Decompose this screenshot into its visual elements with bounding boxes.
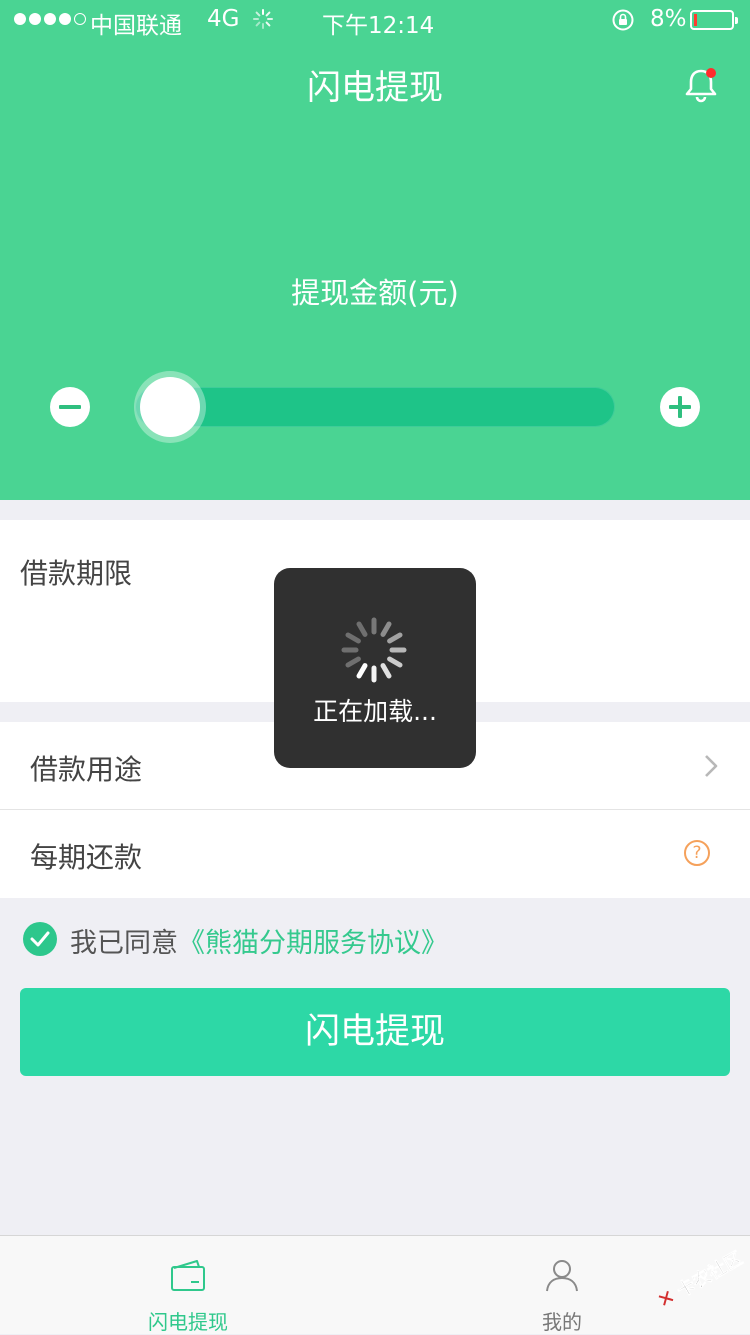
loading-toast: 正在加载... — [274, 568, 476, 768]
loan-purpose-label: 借款用途 — [30, 753, 143, 786]
installment-label: 每期还款 — [30, 841, 143, 874]
agreement-checkbox[interactable] — [23, 922, 57, 956]
checkmark-icon — [30, 931, 50, 947]
decrease-amount-button[interactable] — [50, 387, 90, 427]
signal-dot — [59, 13, 71, 25]
withdraw-button[interactable]: 闪电提现 — [20, 988, 730, 1076]
rotation-lock-icon — [612, 9, 634, 31]
tab-mine-label: 我的 — [542, 1310, 582, 1334]
user-icon — [546, 1260, 578, 1292]
signal-dot — [74, 13, 86, 25]
battery-percentage: 8% — [650, 6, 687, 32]
header-area: 中国联通 4G 下午12:14 8% 闪电提现 提现金额(元) — [0, 0, 750, 500]
signal-dot — [29, 13, 41, 25]
chevron-right-icon — [705, 755, 718, 777]
network-activity-icon — [253, 9, 273, 29]
loading-spinner-icon — [341, 617, 407, 683]
amount-slider-handle[interactable] — [140, 377, 200, 437]
loan-term-label: 借款期限 — [20, 557, 133, 590]
service-agreement-link[interactable]: 《熊猫分期服务协议》 — [178, 921, 448, 960]
installment-row: 每期还款 ? — [0, 810, 750, 898]
battery-icon — [690, 10, 738, 30]
increase-amount-button[interactable] — [660, 387, 700, 427]
notification-bell-icon[interactable] — [682, 64, 722, 104]
amount-slider[interactable] — [135, 387, 615, 427]
battery-level — [694, 14, 697, 26]
network-type: 4G — [207, 6, 240, 32]
signal-strength-icon — [14, 13, 86, 25]
wallet-icon — [171, 1260, 205, 1291]
svg-text:卡农社区: 卡农社区 — [673, 1247, 746, 1302]
watermark-logo: ✕ 卡农社区 — [653, 1247, 746, 1313]
tab-bar: 闪电提现 我的 — [0, 1235, 750, 1334]
withdraw-amount-label: 提现金额(元) — [291, 276, 459, 310]
status-bar: 中国联通 4G 下午12:14 8% — [0, 0, 750, 40]
tab-mine[interactable]: 我的 — [462, 1236, 662, 1335]
help-icon[interactable]: ? — [684, 840, 710, 866]
page-title: 闪电提现 — [307, 68, 443, 108]
carrier-name: 中国联通 — [90, 13, 182, 39]
agreement-text: 我已同意 — [70, 928, 178, 959]
status-time: 下午12:14 — [322, 13, 435, 39]
loading-text: 正在加载... — [313, 697, 437, 726]
signal-dot — [44, 13, 56, 25]
tab-withdraw-label: 闪电提现 — [148, 1310, 228, 1334]
tab-withdraw[interactable]: 闪电提现 — [88, 1236, 288, 1335]
signal-dot — [14, 13, 26, 25]
